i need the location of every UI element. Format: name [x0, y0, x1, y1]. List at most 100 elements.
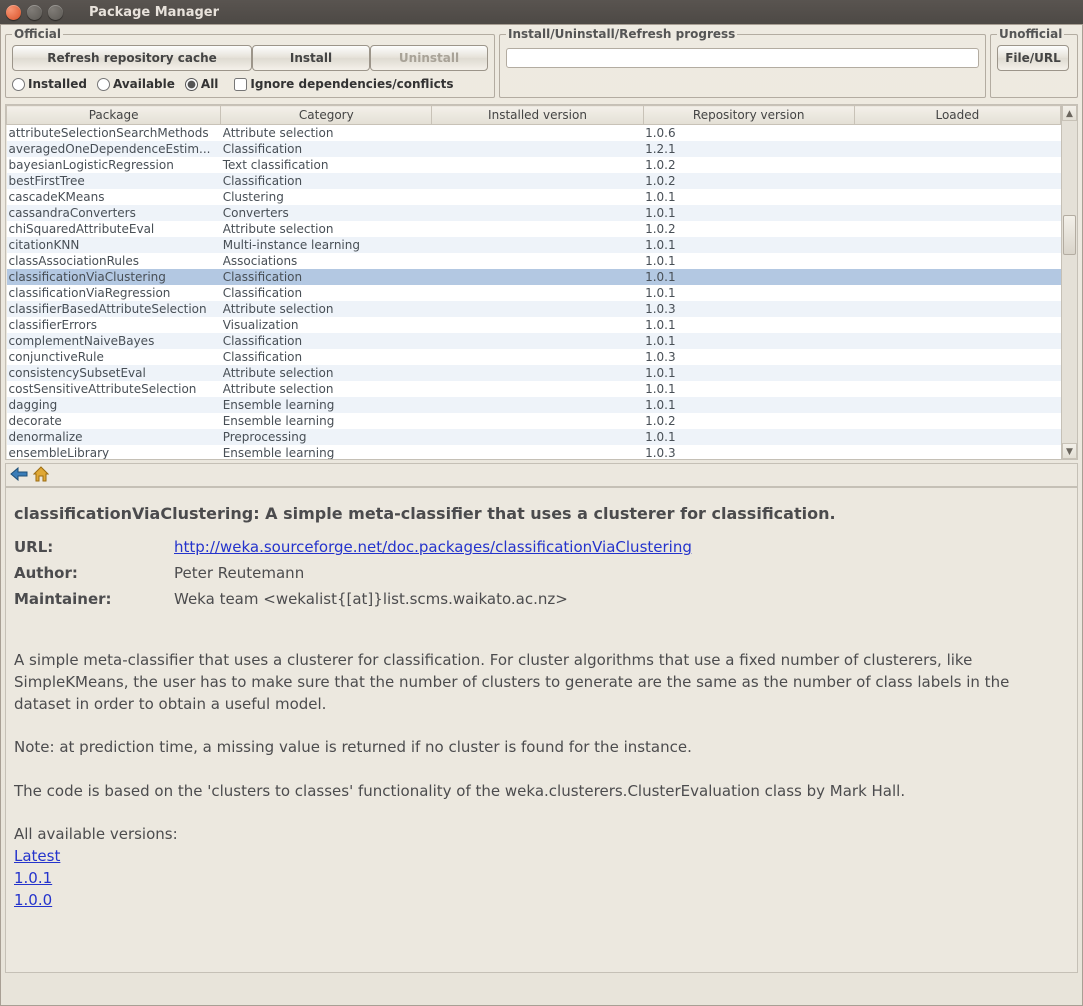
table-row[interactable]: averagedOneDependenceEstim...Classificat…: [7, 141, 1061, 157]
table-cell: 1.0.1: [643, 333, 854, 349]
table-cell: dagging: [7, 397, 221, 413]
table-cell: Visualization: [221, 317, 432, 333]
table-cell: bestFirstTree: [7, 173, 221, 189]
table-row[interactable]: bayesianLogisticRegressionText classific…: [7, 157, 1061, 173]
table-cell: 1.0.2: [643, 173, 854, 189]
official-panel: Official Refresh repository cache Instal…: [5, 27, 495, 98]
radio-all[interactable]: All: [185, 77, 219, 91]
table-cell: classifierErrors: [7, 317, 221, 333]
uninstall-button[interactable]: Uninstall: [370, 45, 488, 71]
table-row[interactable]: classAssociationRulesAssociations1.0.1: [7, 253, 1061, 269]
ignore-dependencies-checkbox[interactable]: Ignore dependencies/conflicts: [234, 77, 453, 91]
table-cell: [854, 221, 1060, 237]
col-header-repository-version[interactable]: Repository version: [643, 106, 854, 125]
radio-available[interactable]: Available: [97, 77, 175, 91]
table-row[interactable]: classificationViaClusteringClassificatio…: [7, 269, 1061, 285]
table-cell: [432, 285, 643, 301]
table-row[interactable]: citationKNNMulti-instance learning1.0.1: [7, 237, 1061, 253]
table-cell: [432, 413, 643, 429]
refresh-repository-cache-button[interactable]: Refresh repository cache: [12, 45, 252, 71]
window-titlebar: Package Manager: [0, 0, 1083, 24]
window-close-icon[interactable]: [6, 5, 21, 20]
table-cell: [854, 157, 1060, 173]
table-row[interactable]: attributeSelectionSearchMethodsAttribute…: [7, 125, 1061, 142]
version-link[interactable]: 1.0.0: [14, 890, 52, 912]
table-row[interactable]: bestFirstTreeClassification 1.0.2: [7, 173, 1061, 189]
window-title: Package Manager: [89, 5, 219, 20]
detail-url-link[interactable]: http://weka.sourceforge.net/doc.packages…: [174, 538, 692, 556]
table-cell: chiSquaredAttributeEval: [7, 221, 221, 237]
file-url-button[interactable]: File/URL: [997, 45, 1069, 71]
back-arrow-icon[interactable]: [10, 467, 28, 484]
ignore-dependencies-label: Ignore dependencies/conflicts: [250, 77, 453, 91]
table-cell: Converters: [221, 205, 432, 221]
window-minimize-icon[interactable]: [27, 5, 42, 20]
col-header-installed-version[interactable]: Installed version: [432, 106, 643, 125]
version-link[interactable]: Latest: [14, 846, 60, 868]
table-cell: [432, 125, 643, 142]
table-row[interactable]: decorateEnsemble learning1.0.2: [7, 413, 1061, 429]
package-table[interactable]: Package Category Installed version Repos…: [6, 105, 1061, 459]
detail-heading: classificationViaClustering: A simple me…: [14, 502, 1069, 525]
detail-description-3: The code is based on the 'clusters to cl…: [14, 781, 1069, 803]
table-cell: [432, 365, 643, 381]
radio-all-label: All: [201, 77, 219, 91]
table-row[interactable]: ensembleLibraryEnsemble learning1.0.3: [7, 445, 1061, 459]
table-cell: 1.0.3: [643, 301, 854, 317]
table-cell: Classification: [221, 173, 432, 189]
install-button[interactable]: Install: [252, 45, 370, 71]
table-cell: 1.0.2: [643, 221, 854, 237]
table-cell: 1.0.1: [643, 285, 854, 301]
window-maximize-icon[interactable]: [48, 5, 63, 20]
table-cell: [854, 301, 1060, 317]
table-cell: [432, 381, 643, 397]
table-cell: [432, 269, 643, 285]
table-row[interactable]: classifierErrorsVisualization1.0.1: [7, 317, 1061, 333]
table-cell: [854, 365, 1060, 381]
table-cell: [854, 397, 1060, 413]
table-cell: [854, 173, 1060, 189]
col-header-package[interactable]: Package: [7, 106, 221, 125]
table-cell: decorate: [7, 413, 221, 429]
version-link[interactable]: 1.0.1: [14, 868, 52, 890]
table-cell: classificationViaRegression: [7, 285, 221, 301]
table-cell: 1.0.3: [643, 349, 854, 365]
table-row[interactable]: cassandraConvertersConverters1.0.1: [7, 205, 1061, 221]
scroll-thumb[interactable]: [1063, 215, 1076, 255]
table-cell: [432, 205, 643, 221]
table-cell: Multi-instance learning: [221, 237, 432, 253]
col-header-loaded[interactable]: Loaded: [854, 106, 1060, 125]
table-cell: classifierBasedAttributeSelection: [7, 301, 221, 317]
table-cell: [854, 445, 1060, 459]
home-icon[interactable]: [33, 466, 49, 485]
table-cell: [432, 253, 643, 269]
table-row[interactable]: classifierBasedAttributeSelectionAttribu…: [7, 301, 1061, 317]
scroll-up-arrow-icon[interactable]: ▲: [1062, 105, 1077, 121]
table-scrollbar[interactable]: ▲ ▼: [1061, 105, 1077, 459]
table-cell: Classification: [221, 269, 432, 285]
table-cell: [432, 173, 643, 189]
table-row[interactable]: classificationViaRegressionClassificatio…: [7, 285, 1061, 301]
table-header-row[interactable]: Package Category Installed version Repos…: [7, 106, 1061, 125]
table-row[interactable]: conjunctiveRuleClassification1.0.3: [7, 349, 1061, 365]
table-row[interactable]: daggingEnsemble learning1.0.1: [7, 397, 1061, 413]
table-row[interactable]: costSensitiveAttributeSelectionAttribute…: [7, 381, 1061, 397]
table-row[interactable]: chiSquaredAttributeEvalAttribute selecti…: [7, 221, 1061, 237]
table-row[interactable]: consistencySubsetEvalAttribute selection…: [7, 365, 1061, 381]
table-row[interactable]: complementNaiveBayesClassification1.0.1: [7, 333, 1061, 349]
table-cell: [432, 397, 643, 413]
versions-heading: All available versions:: [14, 824, 1069, 846]
scroll-down-arrow-icon[interactable]: ▼: [1062, 443, 1077, 459]
col-header-category[interactable]: Category: [221, 106, 432, 125]
table-cell: [854, 205, 1060, 221]
table-cell: 1.0.1: [643, 253, 854, 269]
table-cell: [854, 189, 1060, 205]
table-cell: Text classification: [221, 157, 432, 173]
table-row[interactable]: denormalizePreprocessing1.0.1: [7, 429, 1061, 445]
radio-installed[interactable]: Installed: [12, 77, 87, 91]
table-row[interactable]: cascadeKMeansClustering1.0.1: [7, 189, 1061, 205]
table-cell: Ensemble learning: [221, 397, 432, 413]
progress-legend: Install/Uninstall/Refresh progress: [506, 27, 737, 41]
table-cell: ensembleLibrary: [7, 445, 221, 459]
package-table-container: Package Category Installed version Repos…: [5, 104, 1078, 460]
